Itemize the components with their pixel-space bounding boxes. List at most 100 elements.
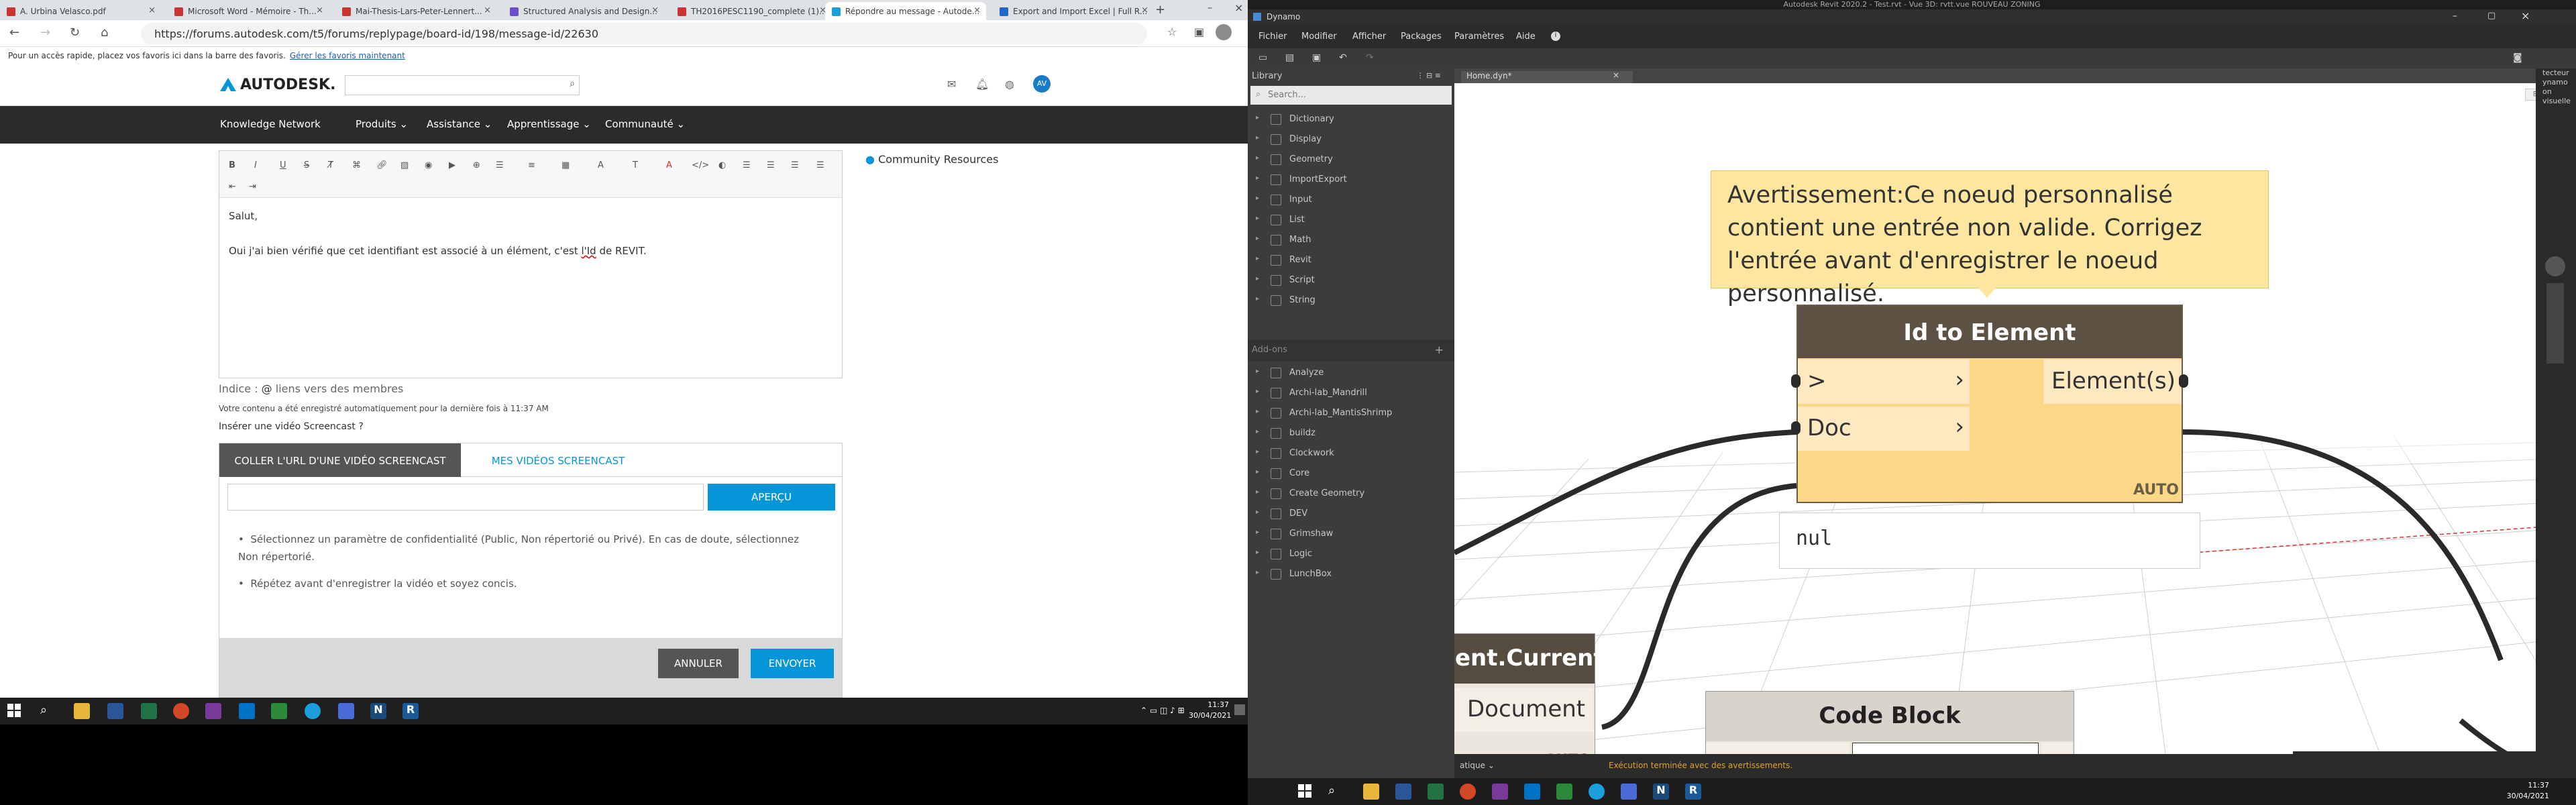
library-item[interactable]: ▸ buildz [1248,424,1454,444]
library-item[interactable]: ▸ Archi-lab_MantisShrimp [1248,404,1454,424]
undo-icon[interactable]: ↶ [1339,52,1347,63]
library-item[interactable]: ▸ Clockwork [1248,444,1454,464]
library-item[interactable]: ▸ Analyze [1248,364,1454,384]
library-item[interactable]: ▸ ImportExport [1248,170,1454,191]
add-icon[interactable]: + [1435,343,1444,356]
bold-icon[interactable]: B [229,160,235,170]
italic-icon[interactable]: I [254,160,257,170]
bulleted-list-icon[interactable]: ☰ [496,160,504,170]
powerpoint-icon[interactable] [173,703,189,719]
tab-paste-url[interactable]: COLLER L'URL D'UNE VIDÉO SCREENCAST [219,443,461,477]
bell-icon[interactable]: 🔔︎ [975,78,989,91]
outlook-icon[interactable] [1524,784,1540,800]
library-item[interactable]: ▸ List [1248,211,1454,231]
library-item[interactable]: ▸ Geometry [1248,150,1454,170]
port-connector[interactable] [2179,374,2188,388]
collections-icon[interactable]: ▣ [1194,25,1204,38]
clear-format-icon[interactable]: T̸ [328,160,333,170]
file-explorer-icon[interactable] [74,703,90,719]
close-window-icon[interactable]: × [1234,1,1243,14]
project-icon[interactable] [1556,784,1572,800]
close-icon[interactable]: × [484,5,491,15]
node-id-to-element[interactable]: Id to Element > › Doc › Element(s) AUTO [1791,305,2188,503]
nav-communaute[interactable]: Communauté ⌄ [605,118,685,130]
excel-icon[interactable] [141,703,157,719]
library-options-icon[interactable]: ⋮ ⊟ ≡ [1417,71,1441,80]
nav-assistance[interactable]: Assistance ⌄ [427,118,492,130]
excel-icon[interactable] [1428,784,1444,800]
library-item[interactable]: ▸ Create Geometry [1248,484,1454,504]
align-left-icon[interactable]: ☰ [743,160,751,170]
attachment-icon[interactable]: ⊕ [473,160,480,170]
redo-icon[interactable]: ↷ [1366,52,1374,63]
port-connector[interactable] [1791,374,1801,388]
preview-button[interactable]: APERÇU [708,484,835,511]
open-file-icon[interactable]: ▤ [1285,52,1294,63]
autodesk-logo[interactable] [219,76,237,93]
link-icon[interactable]: 🔗︎ [376,160,388,170]
menu-item[interactable]: Packages [1401,32,1442,42]
nav-apprentissage[interactable]: Apprentissage ⌄ [507,118,591,130]
underline-icon[interactable]: U [280,160,286,170]
globe-icon[interactable]: ◍ [1005,78,1014,91]
nav-produits[interactable]: Produits ⌄ [356,118,408,130]
node-canvas[interactable]: Avertissement:Ce noeud personnalisé cont… [1454,83,2555,754]
close-icon[interactable]: × [1613,70,1619,83]
search-icon[interactable]: ⌕ [1328,784,1344,800]
align-justify-icon[interactable]: ☰ [816,160,824,170]
outlook-icon[interactable] [239,703,255,719]
screenshot-icon[interactable]: ◙ [2513,52,2522,63]
menu-item[interactable]: Aide [1516,32,1536,42]
spoiler-icon[interactable]: ◐ [718,160,726,170]
library-item[interactable]: ▸ Dictionary [1248,110,1454,130]
output-port-element[interactable]: Element(s) [2043,360,2182,404]
tab-my-videos[interactable]: MES VIDÉOS SCREENCAST [468,443,649,477]
windows-start-icon[interactable] [1297,784,1313,800]
revit-icon[interactable]: R [1685,784,1701,800]
rich-text-editor[interactable]: B I U S T̸ ⌘ 🔗︎ ▨ ◉ ▶ ⊕ ☰ ≡ ▦ A T A </> … [219,150,843,378]
project-icon[interactable] [271,703,287,719]
output-port[interactable]: > [2041,743,2072,754]
browser-tab-active[interactable]: Répondre au message - Autode... × [825,2,986,20]
file-explorer-icon[interactable] [1363,784,1379,800]
menu-item[interactable]: Modifier [1301,32,1337,42]
format-painter-icon[interactable]: ⌘ [352,160,361,170]
notepad-plus-icon[interactable]: N [370,703,386,719]
home-icon[interactable]: ⌂ [101,25,108,40]
navigation-wheel-icon[interactable] [2545,256,2565,276]
onenote-icon[interactable] [1492,784,1508,800]
menu-item[interactable]: Paramètres [1454,32,1504,42]
browser-tab[interactable]: Mai-Thesis-Lars-Peter-Lennert... × [335,2,496,20]
close-icon[interactable]: × [2521,9,2530,22]
favorites-icon[interactable]: ☆ [1167,25,1177,38]
tray-icons[interactable]: ⌃ ▭ ◫ ♪ ⊞ [1140,706,1185,715]
browser-tab[interactable]: Structured Analysis and Design... × [503,2,664,20]
minimize-icon[interactable]: – [1208,3,1212,13]
output-port-document[interactable]: Document [1455,688,1593,732]
menu-item[interactable]: Fichier [1258,32,1287,42]
image-icon[interactable]: ▨ [400,160,409,170]
align-right-icon[interactable]: ☰ [791,160,799,170]
library-item[interactable]: ▸ Display [1248,130,1454,150]
revit-icon[interactable]: R [402,703,419,719]
new-file-icon[interactable]: ▭ [1258,52,1267,63]
library-item[interactable]: ▸ Logic [1248,545,1454,565]
library-item[interactable]: ▸ Core [1248,464,1454,484]
notification-icon[interactable] [1234,704,1245,715]
text-size-icon[interactable]: T [633,160,638,170]
run-mode-select[interactable]: atique ⌄ [1460,761,1495,770]
library-item[interactable]: ▸ String [1248,291,1454,311]
nav-bar[interactable] [2546,283,2564,364]
table-icon[interactable]: ▦ [561,160,570,170]
browser-tab[interactable]: Microsoft Word - Mémoire - Th... × [168,2,329,20]
search-icon[interactable]: ⌕ [40,703,56,719]
word-icon[interactable] [1395,784,1411,800]
minimize-icon[interactable]: – [2453,11,2457,21]
reload-icon[interactable]: ↻ [70,25,80,40]
send-button[interactable]: ENVOYER [751,649,834,678]
mail-icon[interactable]: ✉ [947,78,956,91]
library-item[interactable]: ▸ Input [1248,191,1454,211]
node-code-block[interactable]: Code Block Simulation Simulation: > [1705,691,2074,754]
cancel-button[interactable]: ANNULER [658,649,739,678]
library-item[interactable]: ▸ LunchBox [1248,565,1454,585]
